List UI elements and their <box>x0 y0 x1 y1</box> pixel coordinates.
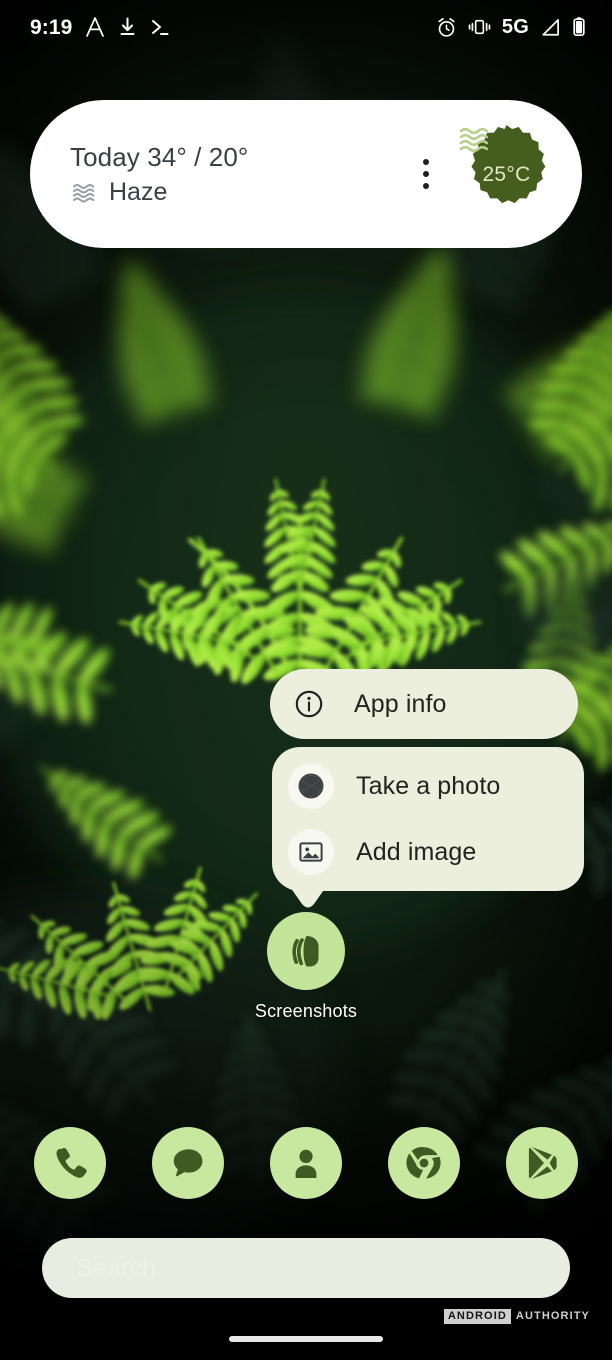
haze-waves-icon <box>459 127 489 152</box>
play-store-icon <box>528 1147 557 1179</box>
app-icon-screenshots[interactable]: Screenshots <box>250 912 362 1020</box>
contacts-icon <box>295 1149 317 1178</box>
vibrate-icon <box>468 19 491 35</box>
menu-item-take-a-photo[interactable]: Take a photo <box>288 753 584 819</box>
weather-widget[interactable]: Today 34° / 20° Haze 25°C <box>30 100 582 248</box>
camera-aperture-icon <box>288 763 334 809</box>
watermark: ANDROID AUTHORITY <box>443 1309 590 1324</box>
search-input[interactable]: Search <box>76 1255 156 1281</box>
menu-item-label: Add image <box>356 837 477 866</box>
network-type-label: 5G <box>501 16 529 38</box>
phone-screen: 9:19 5G Today 34° / 20° Haze 25°C App in… <box>0 0 612 1360</box>
weather-temp-badge[interactable]: 25°C <box>455 123 558 226</box>
weather-badge-content: 25°C <box>455 123 558 226</box>
dock-item-contacts[interactable] <box>270 1127 342 1199</box>
signal-icon <box>542 18 559 36</box>
watermark-brand-plain: AUTHORITY <box>515 1310 590 1322</box>
weather-condition: Haze <box>70 177 409 206</box>
phone-icon <box>56 1147 87 1178</box>
battery-icon <box>573 17 585 37</box>
menu-item-label: Take a photo <box>356 771 501 800</box>
app-icon-label: Screenshots <box>254 1001 358 1021</box>
weather-widget-text: Today 34° / 20° Haze <box>70 144 409 205</box>
download-icon <box>120 17 135 35</box>
screenshots-layers-icon <box>267 912 345 990</box>
watermark-brand-boxed: ANDROID <box>443 1309 511 1324</box>
dock <box>0 1117 612 1209</box>
weather-overflow-menu-icon[interactable] <box>409 152 443 196</box>
weather-condition-label: Haze <box>109 177 168 206</box>
dock-item-phone[interactable] <box>34 1127 106 1199</box>
messages-icon <box>173 1149 203 1177</box>
search-bar[interactable]: Search <box>42 1238 570 1298</box>
status-bar-right: 5G <box>436 16 586 38</box>
alarm-icon <box>438 17 455 37</box>
haze-waves-icon <box>72 183 95 203</box>
menu-item-app-info[interactable]: App info <box>270 669 578 739</box>
dock-item-chrome[interactable] <box>388 1127 460 1199</box>
terminal-icon <box>152 20 169 35</box>
dock-item-play-store[interactable] <box>506 1127 578 1199</box>
weather-current-temp: 25°C <box>482 162 531 186</box>
chrome-icon <box>406 1147 441 1179</box>
menu-item-label: App info <box>354 689 447 718</box>
app-shortcut-card: Take a photo Add image <box>272 747 584 891</box>
popup-pointer-tail <box>288 884 328 908</box>
weather-today-range: Today 34° / 20° <box>70 141 249 172</box>
navigation-icon <box>86 17 105 37</box>
status-bar-left: 9:19 <box>30 16 170 38</box>
info-icon <box>286 681 332 727</box>
dock-item-messages[interactable] <box>152 1127 224 1199</box>
image-icon <box>288 829 334 875</box>
gesture-home-bar[interactable] <box>229 1336 383 1342</box>
menu-item-add-image[interactable]: Add image <box>288 819 584 885</box>
status-bar-clock: 9:19 <box>30 15 73 39</box>
status-bar: 9:19 5G <box>0 0 612 54</box>
